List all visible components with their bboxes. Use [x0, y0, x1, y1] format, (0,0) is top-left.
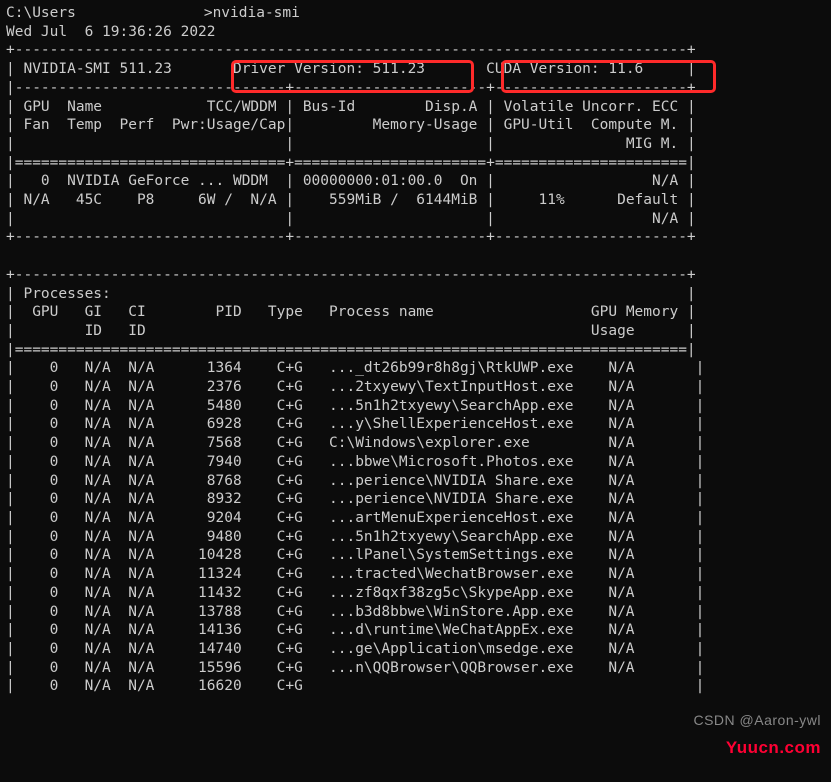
driver-version: Driver Version: 511.23	[233, 61, 425, 77]
col-header-l2: Fan Temp Perf Pwr:Usage/Cap| Memory-Usag…	[15, 117, 687, 133]
watermark-csdn: CSDN @Aaron-ywl	[693, 711, 821, 730]
process-rows: | 0 N/A N/A 1364 C+G ..._dt26b99r8h8gj\R…	[6, 360, 704, 694]
col-header-l1: GPU Name TCC/WDDM | Bus-Id Disp.A | Vola…	[15, 99, 687, 115]
proc-cols2: ID ID Usage	[15, 323, 687, 339]
gpu-row-l1: 0 NVIDIA GeForce ... WDDM | 00000000:01:…	[15, 173, 687, 189]
proc-cols1: GPU GI CI PID Type Process name GPU Memo…	[15, 304, 687, 320]
proc-title: Processes:	[15, 286, 111, 302]
timestamp: Wed Jul 6 19:36:26 2022	[6, 24, 216, 40]
gpu-row-l2: N/A 45C P8 6W / N/A | 559MiB / 6144MiB |…	[15, 192, 687, 208]
col-header-l3: | | MIG M.	[15, 136, 687, 152]
gpu-row-l3: | | N/A	[15, 211, 687, 227]
nvidia-smi-version: NVIDIA-SMI 511.23	[23, 61, 171, 77]
terminal-output: C:\Users>nvidia-smi Wed Jul 6 19:36:26 2…	[0, 0, 831, 700]
watermark-yuucn: Yuucn.com	[726, 739, 821, 758]
prompt-path: C:\Users	[6, 5, 76, 21]
cuda-version: CUDA Version: 11.6	[486, 61, 643, 77]
command[interactable]: nvidia-smi	[213, 5, 300, 21]
redacted-username	[76, 9, 204, 23]
